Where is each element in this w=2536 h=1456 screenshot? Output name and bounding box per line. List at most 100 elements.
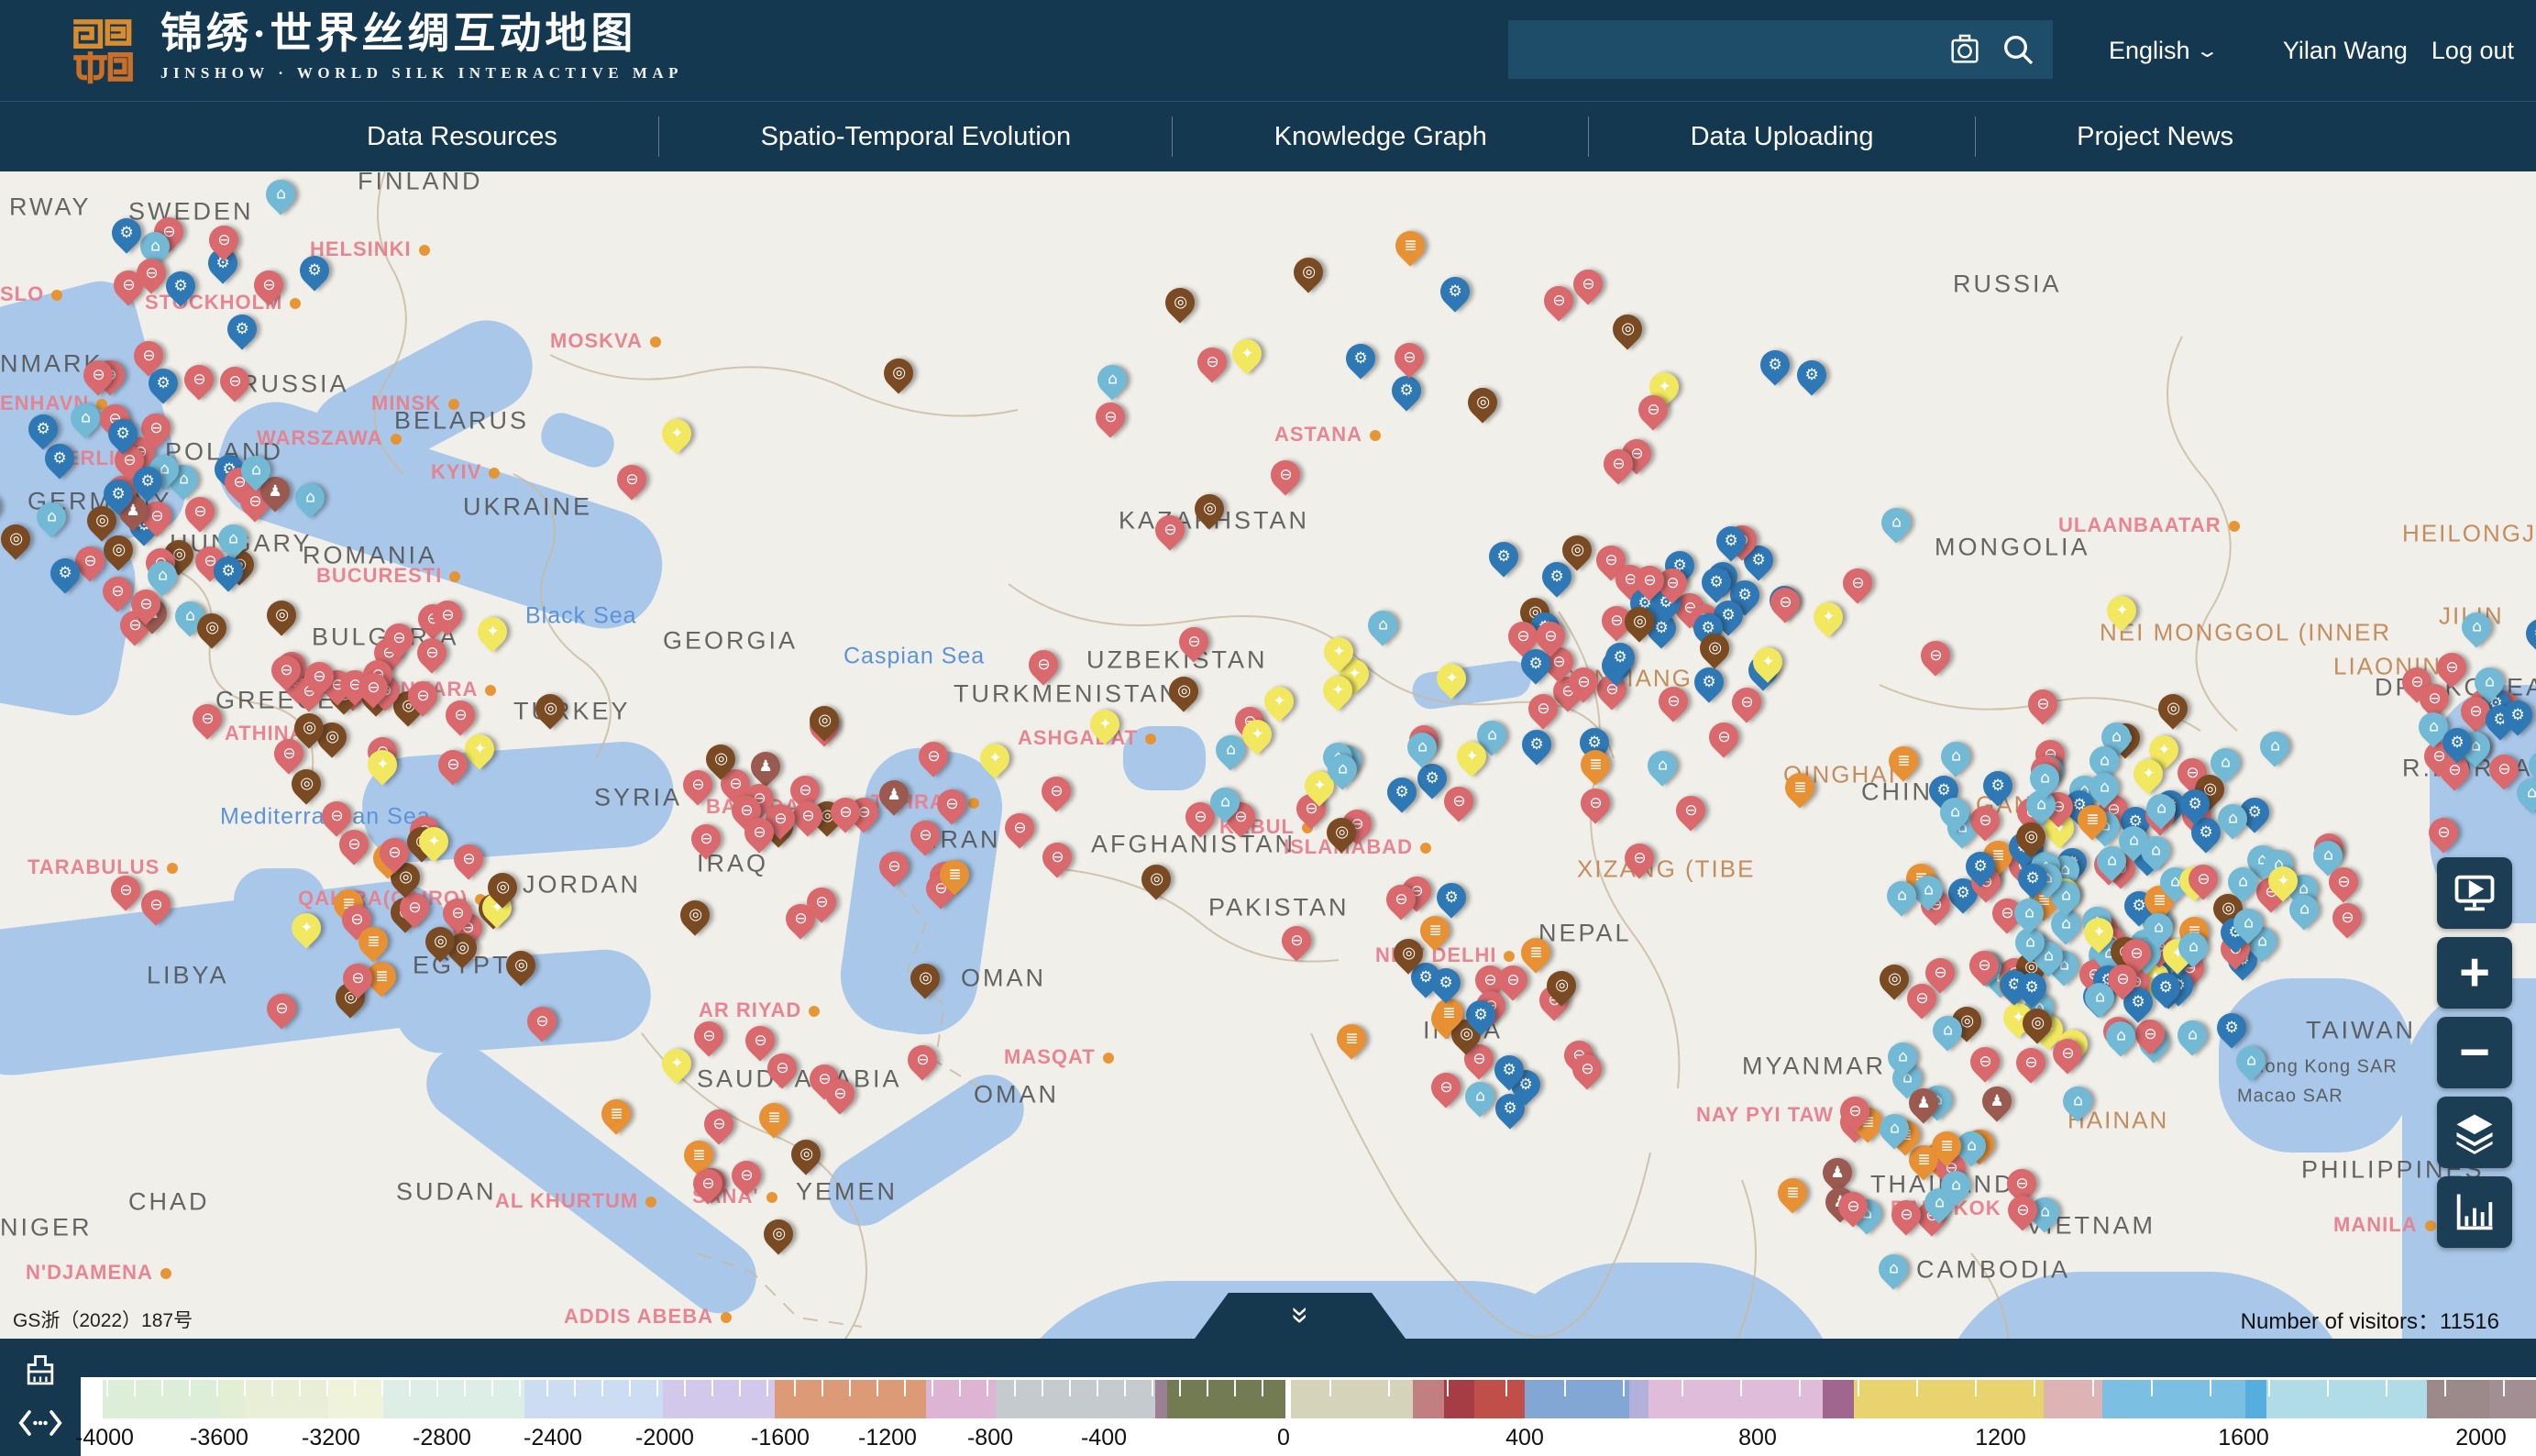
museum-icon: ⌂ — [2154, 921, 2164, 936]
artifact-site-icon: ⊖ — [2341, 910, 2354, 926]
map-canvas[interactable]: Black SeaCaspian SeaMediterranean SeaRWA… — [0, 171, 2536, 1339]
nav-item-data-uploading[interactable]: Data Uploading — [1663, 122, 1902, 152]
timeline-tick-label: -2800 — [413, 1425, 471, 1451]
workshop-icon: ⚙ — [1529, 736, 1543, 752]
language-selector[interactable]: English ⌄ — [2109, 0, 2214, 101]
playback-button[interactable] — [2437, 857, 2512, 929]
artifact-site-icon: ⊖ — [2130, 946, 2143, 962]
tagged-site-icon: ✦ — [670, 425, 683, 441]
heritage-site-icon: ◎ — [2222, 901, 2235, 917]
clear-brush-button[interactable] — [17, 1351, 64, 1393]
museum-icon: ⌂ — [149, 239, 160, 255]
city-dot — [1504, 951, 1515, 962]
artifact-site-icon: ⊖ — [535, 1013, 548, 1029]
artifact-site-icon: ⊖ — [2024, 1055, 2037, 1071]
artifact-site-icon: ⊖ — [1684, 802, 1697, 818]
museum-icon: ⌂ — [2025, 935, 2035, 951]
logout-button[interactable]: Log out — [2431, 37, 2514, 65]
artifact-site-icon: ⊖ — [691, 777, 704, 792]
artifact-site-icon: ⊖ — [1582, 277, 1594, 292]
tagged-site-icon: ✦ — [1445, 671, 1458, 687]
tagged-site-icon: ✦ — [2142, 766, 2155, 781]
heritage-site-icon: ◎ — [1460, 1027, 1473, 1042]
logo-icon[interactable] — [66, 15, 138, 86]
museum-icon: ⌂ — [1657, 758, 1667, 774]
artifact-site-icon: ⊖ — [1577, 675, 1590, 690]
zoom-out-button[interactable]: − — [2437, 1017, 2512, 1088]
workshop-icon: ⚙ — [1710, 574, 1724, 590]
heritage-site-icon: ◎ — [1633, 614, 1647, 630]
zoom-in-button[interactable]: + — [2437, 937, 2512, 1009]
museum-icon: ⌂ — [1891, 515, 1902, 531]
artifact-site-icon: ⊖ — [1604, 552, 1617, 568]
search-input[interactable] — [1508, 20, 1946, 79]
museum-icon: ⌂ — [1897, 888, 1907, 903]
city-label: ULAANBAATAR — [2058, 513, 2240, 537]
nav-item-spatio-temporal-evolution[interactable]: Spatio-Temporal Evolution — [733, 122, 1099, 152]
artifact-site-icon: ⊖ — [83, 553, 95, 568]
museum-icon: ⌂ — [1890, 1120, 1900, 1136]
app-title-block: 锦绣·世界丝绸互动地图 JINSHOW · WORLD SILK INTERAC… — [160, 7, 683, 83]
artifact-site-icon: ⊖ — [1900, 1208, 1913, 1223]
search-icon[interactable] — [2000, 31, 2036, 68]
document-icon: ≣ — [948, 867, 961, 883]
artifact-site-icon: ⊖ — [122, 277, 135, 292]
timeline-panel[interactable]: -4000-3600-3200-2800-2400-2000-1600-1200… — [81, 1377, 2536, 1456]
workshop-icon: ⚙ — [1503, 1101, 1516, 1117]
heritage-site-icon: ◎ — [433, 934, 447, 950]
workshop-icon: ⚙ — [1449, 283, 1462, 299]
tagged-site-icon: ✦ — [486, 624, 499, 640]
museum-icon: ⌂ — [157, 568, 167, 583]
artifact-site-icon: ⊖ — [1452, 794, 1465, 810]
workshop-icon: ⚙ — [2224, 1020, 2238, 1035]
timeline-tick-label: -4000 — [75, 1425, 134, 1451]
workshop-icon: ⚙ — [2026, 871, 2040, 887]
workshop-icon: ⚙ — [1751, 552, 1765, 568]
nav-item-project-news[interactable]: Project News — [2049, 122, 2261, 152]
timeline-tools — [0, 1339, 81, 1456]
city-dot — [2229, 521, 2240, 532]
artifact-site-icon: ⊖ — [1234, 810, 1247, 825]
workshop-icon: ⚙ — [174, 279, 188, 294]
museum-icon: ⌂ — [2156, 801, 2167, 817]
camera-search-icon[interactable] — [1946, 31, 1983, 68]
heritage-site-icon: ◎ — [1888, 971, 1902, 987]
nav-separator — [1975, 116, 1976, 157]
artifact-site-icon: ⊖ — [1979, 813, 1991, 829]
tagged-site-icon: ✦ — [1760, 655, 1773, 670]
workshop-icon: ⚙ — [1805, 367, 1819, 382]
tagged-site-icon: ✦ — [473, 741, 486, 756]
museum-icon: ⌂ — [2060, 917, 2070, 932]
artifact-site-icon: ⊖ — [388, 844, 401, 860]
workshop-icon: ⚙ — [2247, 805, 2261, 821]
country-label: CHAD — [128, 1188, 210, 1217]
artifact-site-icon: ⊖ — [1643, 572, 1656, 588]
province-label: NEI MONGGOL (INNER — [2100, 619, 2391, 647]
city-label: ASTANA — [1274, 423, 1381, 447]
timeline-tick-label: -2400 — [524, 1425, 582, 1451]
workshop-icon: ⚙ — [1400, 382, 1414, 398]
workshop-icon: ⚙ — [119, 225, 133, 240]
artifact-site-icon: ⊖ — [702, 1029, 715, 1044]
nav-item-knowledge-graph[interactable]: Knowledge Graph — [1247, 122, 1515, 152]
nav-item-data-resources[interactable]: Data Resources — [339, 122, 585, 152]
artifact-site-icon: ⊖ — [1610, 613, 1623, 629]
museum-icon: ⌂ — [1967, 1138, 1977, 1153]
heritage-site-icon: ◎ — [495, 880, 509, 896]
artifact-site-icon: ⊖ — [193, 371, 205, 387]
artifact-site-icon: ⊖ — [1187, 634, 1200, 650]
layers-button[interactable] — [2437, 1097, 2512, 1168]
chevron-double-down-icon: » — [1282, 1307, 1318, 1320]
statistics-button[interactable] — [2437, 1176, 2512, 1248]
timeline-collapse-tab[interactable]: » — [1195, 1293, 1406, 1339]
heritage-site-icon: ◎ — [2167, 700, 2180, 716]
user-name[interactable]: Yilan Wang — [2283, 37, 2408, 65]
monitor-play-icon — [2451, 869, 2498, 917]
timeline-tick-label: 800 — [1738, 1425, 1777, 1451]
tagged-site-icon: ✦ — [1657, 379, 1670, 394]
country-label: IRAN — [931, 826, 1001, 855]
timeline-expand-button[interactable] — [17, 1402, 64, 1444]
workshop-icon: ⚙ — [1439, 975, 1453, 990]
country-label: LIBYA — [147, 962, 229, 990]
craft-icon: ♟ — [1917, 1096, 1931, 1111]
